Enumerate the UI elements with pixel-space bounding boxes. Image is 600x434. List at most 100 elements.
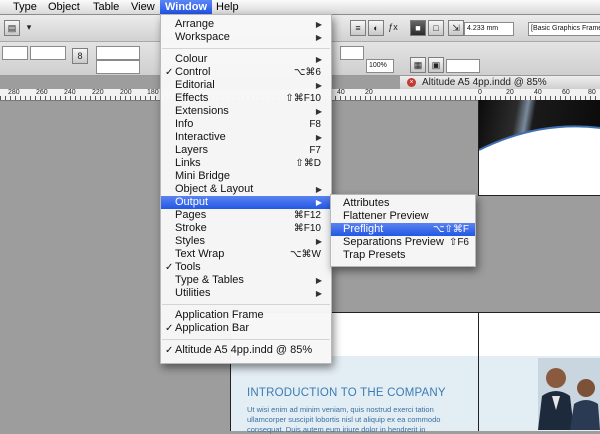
menu-item-mini-bridge[interactable]: Mini Bridge (161, 170, 331, 183)
align-icon[interactable]: ≡ (350, 20, 366, 36)
menu-item-label: Object & Layout (175, 183, 254, 195)
menu-item-text-wrap[interactable]: Text Wrap ⌥⌘W (161, 248, 331, 261)
y-field[interactable] (30, 46, 66, 60)
menu-item-output[interactable]: Output ▶ (161, 196, 331, 209)
menu-item-stroke[interactable]: Stroke ⌘F10 (161, 222, 331, 235)
checkmark-icon: ✓ (165, 67, 174, 78)
menu-window[interactable]: Window (160, 0, 213, 14)
menu-table[interactable]: Table (88, 0, 124, 14)
frame-fill-icon[interactable]: □ (428, 20, 444, 36)
menu-item-control[interactable]: ✓ Control ⌥⌘6 (161, 66, 331, 79)
document-page-top[interactable] (478, 100, 600, 196)
menu-view[interactable]: View (126, 0, 160, 14)
opacity-field[interactable] (340, 46, 364, 60)
menu-item-links[interactable]: Links ⇧⌘D (161, 157, 331, 170)
object-style-field[interactable]: [Basic Graphics Frame]+ (528, 22, 600, 36)
ruler-label: 40 (534, 89, 542, 96)
ruler-label: 240 (64, 89, 76, 96)
submenu-arrow-icon: ▶ (315, 289, 322, 298)
menu-item-extensions[interactable]: Extensions ▶ (161, 105, 331, 118)
stroke-weight-icon[interactable]: ⇲ (448, 20, 464, 36)
menu-item-label: Arrange (175, 18, 215, 30)
menu-item-interactive[interactable]: Interactive ▶ (161, 131, 331, 144)
fx-icon[interactable]: ƒx (386, 20, 400, 34)
ruler-label: 260 (36, 89, 48, 96)
document-tab[interactable]: × Altitude A5 4pp.indd @ 85% (400, 76, 600, 90)
menu-item-label: Text Wrap (175, 248, 225, 260)
menu-item-document-window[interactable]: ✓ Altitude A5 4pp.indd @ 85% (161, 344, 331, 357)
output-submenu: Attributes Flattener Preview Preflight ⌥… (330, 194, 476, 267)
menu-item-arrange[interactable]: Arrange ▶ (161, 18, 331, 31)
menu-item-shortcut: ⌥⇧⌘F (432, 224, 469, 235)
menu-item-shortcut: F8 (309, 119, 321, 130)
menu-item-layers[interactable]: Layers F7 (161, 144, 331, 157)
menu-item-label: Control (175, 66, 211, 78)
menu-item-label: Altitude A5 4pp.indd @ 85% (175, 344, 313, 356)
menu-item-editorial[interactable]: Editorial ▶ (161, 79, 331, 92)
page-swoosh (479, 125, 600, 195)
close-icon[interactable]: × (407, 78, 416, 87)
menu-item-label: Flattener Preview (343, 210, 429, 222)
chevron-down-icon[interactable]: ▾ (22, 20, 36, 34)
menu-item-shortcut: ⌘F12 (293, 210, 321, 221)
menu-item-label: Trap Presets (343, 249, 406, 261)
menu-item-label: Interactive (175, 131, 226, 143)
menu-item-tools[interactable]: ✓ Tools (161, 261, 331, 274)
menu-item-utilities[interactable]: Utilities ▶ (161, 287, 331, 300)
submenu-arrow-icon: ▶ (315, 107, 322, 116)
menu-item-flattener-preview[interactable]: Flattener Preview (331, 210, 475, 223)
stroke-style-icon[interactable]: ■ (410, 20, 426, 36)
menu-item-separations-preview[interactable]: Separations Preview ⇧F6 (331, 236, 475, 249)
body-text-line: Ut wisi enim ad minim veniam, quis nostr… (247, 405, 434, 414)
constrain-proportions-icon[interactable]: 8 (72, 48, 88, 64)
submenu-arrow-icon: ▶ (315, 81, 322, 90)
menu-item-label: Output (175, 196, 209, 208)
menu-item-colour[interactable]: Colour ▶ (161, 53, 331, 66)
ruler-label: 200 (120, 89, 132, 96)
menu-item-application-frame[interactable]: Application Frame (161, 309, 331, 322)
menu-item-trap-presets[interactable]: Trap Presets (331, 249, 475, 262)
menu-item-label: Type & Tables (175, 274, 244, 286)
menu-item-preflight[interactable]: Preflight ⌥⇧⌘F (331, 223, 475, 236)
menu-item-label: Editorial (175, 79, 215, 91)
submenu-arrow-icon: ▶ (315, 276, 322, 285)
corner-field[interactable] (446, 59, 480, 73)
menu-object[interactable]: Object (43, 0, 85, 14)
menu-item-pages[interactable]: Pages ⌘F12 (161, 209, 331, 222)
zoom-field[interactable]: 100% (366, 59, 394, 73)
menu-item-object-layout[interactable]: Object & Layout ▶ (161, 183, 331, 196)
stroke-width-field[interactable]: 4.233 mm (464, 22, 514, 36)
ruler-label: 0 (478, 89, 482, 96)
panel-layout-icon[interactable]: ▤ (4, 20, 20, 36)
menu-item-shortcut: ⇧F6 (448, 237, 469, 248)
rotation-field[interactable] (96, 46, 140, 60)
fit-icon[interactable]: ▣ (428, 57, 444, 73)
menu-item-styles[interactable]: Styles ▶ (161, 235, 331, 248)
checkmark-icon: ✓ (165, 262, 174, 273)
shear-field[interactable] (96, 60, 140, 74)
ruler-label: 20 (365, 89, 373, 96)
opacity-icon[interactable]: ◐ (368, 20, 384, 36)
wrap-icon[interactable]: ▦ (410, 57, 426, 73)
menu-item-label: Stroke (175, 222, 207, 234)
menu-item-label: Workspace (175, 31, 230, 43)
document-title: Altitude A5 4pp.indd @ 85% (422, 77, 547, 88)
submenu-arrow-icon: ▶ (315, 198, 322, 207)
menu-item-label: Application Frame (175, 309, 264, 321)
submenu-arrow-icon: ▶ (315, 133, 322, 142)
menu-item-label: Info (175, 118, 194, 130)
body-text-line: ullamcorper suscipit lobortis nisl ut al… (247, 415, 441, 424)
x-field[interactable] (2, 46, 28, 60)
menu-item-label: Separations Preview (343, 236, 444, 248)
menu-item-label: Styles (175, 235, 205, 247)
menu-item-workspace[interactable]: Workspace ▶ (161, 31, 331, 44)
menu-help[interactable]: Help (211, 0, 244, 14)
menu-item-info[interactable]: Info F8 (161, 118, 331, 131)
menu-item-label: Mini Bridge (175, 170, 231, 182)
submenu-arrow-icon: ▶ (315, 20, 322, 29)
menu-item-application-bar[interactable]: ✓ Application Bar (161, 322, 331, 335)
menu-type[interactable]: Type (8, 0, 42, 14)
menu-item-effects[interactable]: Effects ⇧⌘F10 (161, 92, 331, 105)
menu-item-attributes[interactable]: Attributes (331, 197, 475, 210)
menu-item-type-tables[interactable]: Type & Tables ▶ (161, 274, 331, 287)
